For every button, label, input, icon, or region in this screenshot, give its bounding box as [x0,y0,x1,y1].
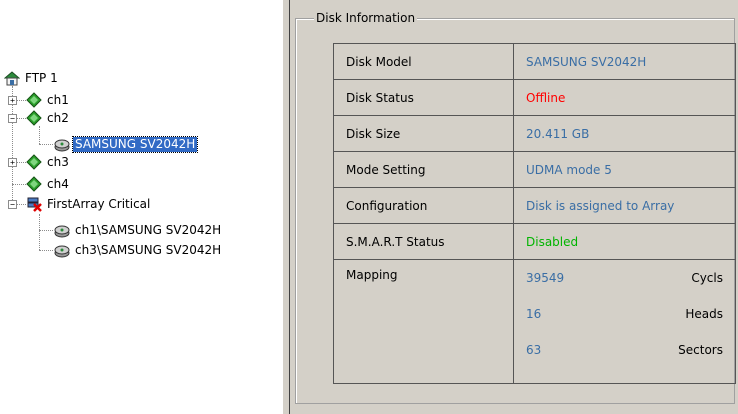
mapping-sectors-value: 63 [526,343,542,357]
tree-node-label: ch3 [47,154,69,169]
tree-node-ch4[interactable]: ch4 [26,176,71,192]
table-row-mapping: Mapping 39549 Cycls 16 Heads 63 Sectors [333,259,736,384]
row-value-disk-model: SAMSUNG SV2042H [513,43,736,80]
row-value-configuration: Disk is assigned to Array [513,187,736,224]
expand-toggle-ch1[interactable]: + [8,96,17,105]
tree-connector [39,126,40,144]
channel-diamond-icon [26,110,42,126]
table-row: Configuration Disk is assigned to Array [333,187,736,224]
table-row: Disk Status Offline [333,79,736,116]
tree-node-label: ch4 [47,176,69,191]
row-key: Mapping [333,259,514,384]
tree-node-array-member-1[interactable]: ch1\SAMSUNG SV2042H [54,222,223,238]
table-row: Disk Model SAMSUNG SV2042H [333,43,736,80]
tree-node-array-member-2[interactable]: ch3\SAMSUNG SV2042H [54,242,223,258]
tree-node-label: ch3\SAMSUNG SV2042H [75,242,222,257]
row-value-mode-setting: UDMA mode 5 [513,151,736,188]
mapping-values: 39549 Cycls 16 Heads 63 Sectors [513,259,736,384]
tree-connector [39,250,53,251]
channel-diamond-icon [26,92,42,108]
table-row: Mode Setting UDMA mode 5 [333,151,736,188]
channel-diamond-icon [26,176,42,192]
tree-node-label: FirstArray Critical [47,196,151,211]
server-house-icon [3,70,21,86]
mapping-cylinders-unit: Cycls [691,271,723,285]
tree-node-label: FTP 1 [25,70,58,85]
row-key: Disk Size [333,115,514,152]
tree-node-label: ch2 [47,110,69,125]
tree-node-label: ch1\SAMSUNG SV2042H [75,222,222,237]
expand-toggle-ch3[interactable]: + [8,158,17,167]
row-key: Disk Model [333,43,514,80]
row-value-disk-size: 20.411 GB [513,115,736,152]
tree-node-firstarray[interactable]: FirstArray Critical [26,196,152,212]
tree-node-ch2[interactable]: ch2 [26,110,71,126]
disk-tree-pane[interactable]: FTP 1 + ch1 − ch2 SAMSUNG SV2042H + ch3 [0,0,282,414]
tree-node-ch1[interactable]: ch1 [26,92,71,108]
row-value-smart-status: Disabled [513,223,736,260]
mapping-heads-unit: Heads [685,307,723,321]
table-row: S.M.A.R.T Status Disabled [333,223,736,260]
row-key: Configuration [333,187,514,224]
tree-connector [12,184,26,185]
collapse-toggle-array[interactable]: − [8,200,17,209]
channel-diamond-icon [26,154,42,170]
table-row: Disk Size 20.411 GB [333,115,736,152]
tree-connector [39,214,40,250]
tree-node-label: ch1 [47,92,69,107]
disk-drive-icon [54,136,70,152]
mapping-sectors-unit: Sectors [678,343,723,357]
mapping-heads-value: 16 [526,307,542,321]
mapping-cylinders-value: 39549 [526,271,565,285]
row-key: Mode Setting [333,151,514,188]
collapse-toggle-ch2[interactable]: − [8,114,17,123]
disk-drive-icon [54,242,70,258]
groupbox-title: Disk Information [314,11,418,25]
tree-node-label: SAMSUNG SV2042H [71,135,199,153]
row-value-disk-status: Offline [513,79,736,116]
tree-connector [39,144,53,145]
disk-drive-icon [54,222,70,238]
tree-connector [39,230,53,231]
row-key: S.M.A.R.T Status [333,223,514,260]
tree-node-ftp1[interactable]: FTP 1 [3,70,60,86]
tree-node-disk-selected[interactable]: SAMSUNG SV2042H [54,135,199,153]
array-critical-icon [26,196,42,212]
tree-node-ch3[interactable]: ch3 [26,154,71,170]
disk-info-table: Disk Model SAMSUNG SV2042H Disk Status O… [333,43,736,384]
row-key: Disk Status [333,79,514,116]
